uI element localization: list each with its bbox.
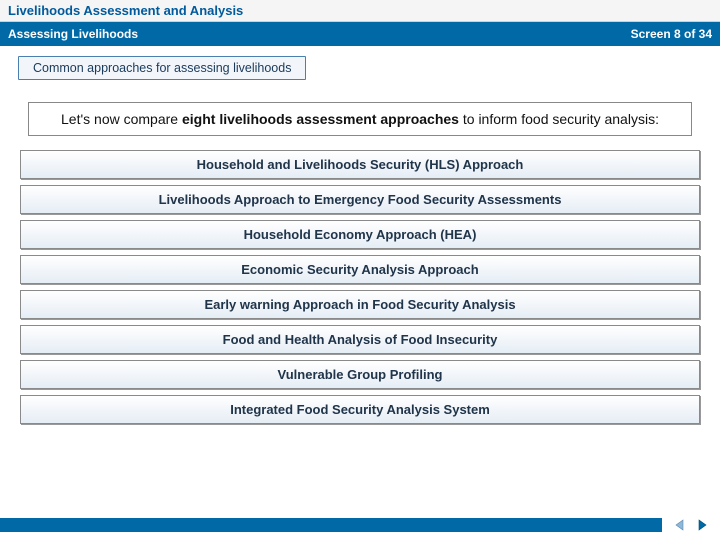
screen-counter: Screen 8 of 34 (631, 27, 712, 41)
approach-list: Household and Livelihoods Security (HLS)… (20, 150, 700, 424)
module-subtitle: Assessing Livelihoods (8, 27, 138, 41)
intro-prefix: Let's now compare (61, 111, 182, 127)
next-button[interactable] (694, 517, 710, 533)
course-title: Livelihoods Assessment and Analysis (0, 0, 720, 22)
approach-item[interactable]: Household and Livelihoods Security (HLS)… (20, 150, 700, 179)
approach-item[interactable]: Early warning Approach in Food Security … (20, 290, 700, 319)
approach-item[interactable]: Household Economy Approach (HEA) (20, 220, 700, 249)
approach-item[interactable]: Integrated Food Security Analysis System (20, 395, 700, 424)
approach-item[interactable]: Economic Security Analysis Approach (20, 255, 700, 284)
header-bar: Assessing Livelihoods Screen 8 of 34 (0, 22, 720, 46)
footer (0, 510, 720, 540)
intro-bold: eight livelihoods assessment approaches (182, 111, 459, 127)
approach-item[interactable]: Livelihoods Approach to Emergency Food S… (20, 185, 700, 214)
prev-button[interactable] (672, 517, 688, 533)
arrow-right-icon (695, 518, 709, 532)
intro-text: Let's now compare eight livelihoods asse… (28, 102, 692, 136)
footer-bar (0, 518, 662, 532)
approach-item[interactable]: Food and Health Analysis of Food Insecur… (20, 325, 700, 354)
section-chip: Common approaches for assessing liveliho… (18, 56, 306, 80)
nav-buttons (672, 510, 720, 540)
arrow-left-icon (673, 518, 687, 532)
intro-suffix: to inform food security analysis: (459, 111, 659, 127)
approach-item[interactable]: Vulnerable Group Profiling (20, 360, 700, 389)
